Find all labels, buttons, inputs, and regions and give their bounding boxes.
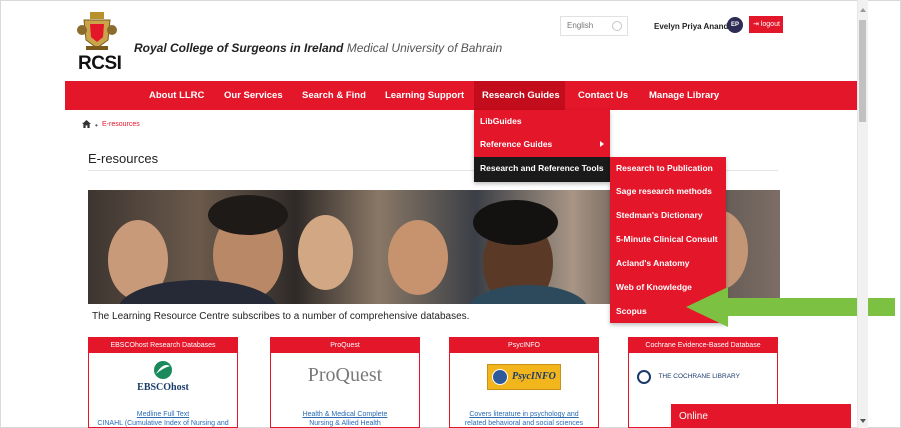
card-psycinfo[interactable]: PsycINFO PsycINFO Covers literature in p… — [449, 337, 599, 428]
menu-item-stedmans-dictionary[interactable]: Stedman's Dictionary — [610, 204, 726, 227]
cochrane-logo-text: THE COCHRANE LIBRARY — [658, 373, 740, 381]
logout-label: logout — [760, 21, 780, 28]
card-desc[interactable]: related behavioral and social sciences — [450, 419, 598, 427]
breadcrumb-current[interactable]: E-resources — [102, 121, 140, 128]
menu-item-libguides[interactable]: LibGuides — [474, 110, 610, 134]
cochrane-logo[interactable]: THE COCHRANE LIBRARY — [629, 368, 777, 386]
proquest-logo-text: ProQuest — [307, 364, 383, 386]
psycinfo-logo[interactable]: PsycINFO — [450, 360, 598, 395]
card-title: PsycINFO — [450, 338, 598, 353]
menu-item-label: Reference Guides — [480, 139, 553, 149]
menu-item-5-minute-clinical-consult[interactable]: 5-Minute Clinical Consult — [610, 228, 726, 251]
card-title: ProQuest — [271, 338, 419, 353]
rcsi-crest-icon — [77, 12, 117, 50]
card-link[interactable]: Covers literature in psychology and — [450, 410, 598, 419]
card-title: EBSCOhost Research Databases — [89, 338, 237, 353]
nav-item-our-services[interactable]: Our Services — [224, 81, 283, 110]
card-link[interactable]: Health & Medical Complete — [271, 410, 419, 419]
nav-item-manage-library[interactable]: Manage Library — [649, 81, 719, 110]
logout-button[interactable]: ⇥ logout — [749, 16, 783, 33]
card-proquest[interactable]: ProQuest ProQuest Health & Medical Compl… — [270, 337, 420, 428]
ebsco-leaf-icon — [154, 361, 172, 379]
scroll-up-icon[interactable] — [860, 8, 866, 12]
menu-item-research-to-publication[interactable]: Research to Publication — [610, 157, 726, 180]
page-title: E-resources — [88, 151, 159, 166]
psycinfo-logo-text: PsycINFO — [512, 371, 556, 382]
nav-item-learning-support[interactable]: Learning Support — [385, 81, 464, 110]
breadcrumb-separator: • — [95, 121, 98, 130]
scrollbar-thumb[interactable] — [859, 20, 866, 122]
menu-item-sage-research-methods[interactable]: Sage research methods — [610, 180, 726, 203]
college-name-main: Royal College of Surgeons in Ireland — [134, 41, 344, 55]
menu-item-research-reference-tools[interactable]: Research and Reference Tools — [474, 157, 610, 182]
language-value: English — [567, 21, 594, 30]
proquest-logo[interactable]: ProQuest — [271, 360, 419, 387]
card-desc[interactable]: CINAHL (Cumulative Index of Nursing and — [89, 419, 237, 427]
menu-item-aclands-anatomy[interactable]: Acland's Anatomy — [610, 252, 726, 275]
nav-item-research-guides[interactable]: Research Guides — [474, 81, 565, 110]
apa-seal-icon — [492, 369, 508, 385]
user-name: Evelyn Priya Anand — [654, 22, 729, 31]
card-link[interactable]: Medline Full Text — [89, 410, 237, 419]
intro-text: The Learning Resource Centre subscribes … — [92, 311, 470, 322]
card-desc[interactable]: Nursing & Allied Health — [271, 419, 419, 427]
logout-icon: ⇥ — [753, 21, 759, 28]
research-guides-dropdown: LibGuides Reference Guides Research and … — [474, 110, 610, 182]
nav-item-contact-us[interactable]: Contact Us — [578, 81, 628, 110]
cochrane-circle-icon — [637, 369, 651, 384]
card-title: Cochrane Evidence-Based Database — [629, 338, 777, 353]
ebscohost-logo[interactable]: EBSCOhost — [89, 360, 237, 393]
rcsi-logo-text[interactable]: RCSI — [78, 53, 122, 75]
ebscohost-logo-text: EBSCOhost — [137, 382, 189, 393]
avatar[interactable]: EP — [727, 17, 743, 33]
college-name: Royal College of Surgeons in Ireland Med… — [134, 41, 502, 55]
scroll-down-icon[interactable] — [860, 419, 866, 423]
home-icon[interactable] — [82, 120, 91, 128]
card-ebscohost[interactable]: EBSCOhost Research Databases EBSCOhost M… — [88, 337, 238, 428]
nav-item-search-find[interactable]: Search & Find — [302, 81, 366, 110]
language-select[interactable]: English — [560, 16, 628, 36]
nav-item-about-llrc[interactable]: About LLRC — [149, 81, 204, 110]
main-nav: About LLRC Our Services Search & Find Le… — [65, 81, 859, 110]
online-chat-tab[interactable]: Online — [671, 404, 851, 428]
chevron-right-icon — [600, 141, 604, 147]
globe-icon — [612, 21, 622, 31]
university-name: Medical University of Bahrain — [346, 41, 503, 55]
menu-item-reference-guides[interactable]: Reference Guides — [474, 133, 610, 157]
